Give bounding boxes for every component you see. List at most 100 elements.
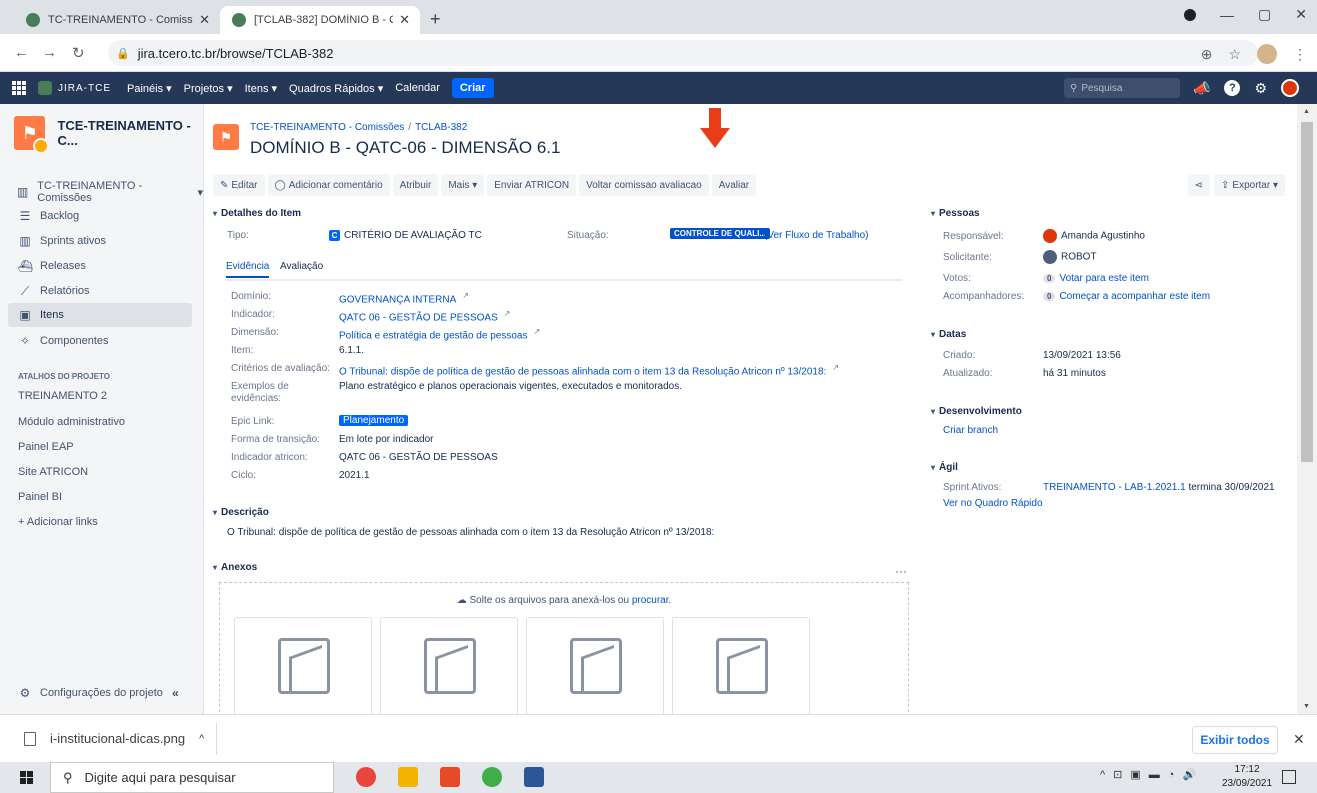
send-atricon-button[interactable]: Enviar ATRICON bbox=[487, 174, 577, 196]
profile-icon[interactable] bbox=[1184, 8, 1197, 21]
details-section-header[interactable]: ▾ Detalhes do Item bbox=[213, 208, 301, 219]
megaphone-icon[interactable]: 📣 bbox=[1193, 80, 1210, 97]
scroll-up-icon[interactable]: ▲ bbox=[1303, 108, 1310, 115]
close-tab-icon[interactable]: ✕ bbox=[199, 12, 210, 28]
assignee-value[interactable]: Amanda Agustinho bbox=[1043, 229, 1145, 243]
new-tab-icon[interactable]: + bbox=[430, 9, 441, 30]
browser-tab-commissions[interactable]: TC-TREINAMENTO - Comissões - ✕ bbox=[14, 6, 220, 34]
edit-button[interactable]: ✎ Editar bbox=[213, 174, 265, 196]
maximize-icon[interactable]: ▢ bbox=[1258, 6, 1271, 23]
more-options-icon[interactable]: ··· bbox=[895, 564, 907, 578]
taskbar-search-input[interactable]: ⚲ Digite aqui para pesquisar bbox=[50, 762, 334, 793]
create-branch-link[interactable]: Criar branch bbox=[943, 425, 998, 436]
show-all-button[interactable]: Exibir todos bbox=[1192, 726, 1278, 754]
close-icon[interactable]: ✕ bbox=[1293, 731, 1305, 748]
shortcut-link[interactable]: Site ATRICON bbox=[18, 466, 88, 478]
word-icon[interactable] bbox=[524, 767, 544, 787]
workflow-link[interactable]: (Ver Fluxo de Trabalho) bbox=[764, 230, 869, 241]
sidebar-item-releases[interactable]: ⛴ Releases bbox=[8, 254, 192, 278]
more-button[interactable]: Mais ▾ bbox=[441, 174, 485, 196]
share-icon[interactable]: ⋖ bbox=[1187, 174, 1211, 196]
attachment-thumbnail[interactable] bbox=[380, 617, 518, 714]
nav-paineis[interactable]: Painéis ▾ bbox=[127, 82, 172, 95]
assign-button[interactable]: Atribuir bbox=[392, 174, 439, 196]
nav-calendar[interactable]: Calendar bbox=[395, 82, 440, 94]
tab-evidencia[interactable]: Evidência bbox=[226, 261, 270, 278]
forward-icon[interactable]: → bbox=[42, 44, 57, 61]
back-icon[interactable]: ← bbox=[14, 44, 29, 61]
bookmark-star-icon[interactable]: ☆ bbox=[1228, 46, 1241, 63]
watch-link[interactable]: 0 Começar a acompanhar este item bbox=[1043, 291, 1210, 302]
indicator-value[interactable]: QATC 06 - GESTÃO DE PESSOAS ↗ bbox=[339, 309, 510, 323]
scroll-down-icon[interactable]: ▼ bbox=[1303, 703, 1310, 710]
dimension-value[interactable]: Política e estratégia de gestão de pesso… bbox=[339, 327, 540, 341]
shortcut-link[interactable]: Módulo administrativo bbox=[18, 416, 125, 428]
notifications-icon[interactable] bbox=[1282, 770, 1296, 784]
taskbar-clock[interactable]: 17:12 23/09/2021 bbox=[1222, 763, 1272, 791]
menu-kebab-icon[interactable]: ⋮ bbox=[1293, 46, 1307, 63]
chevron-up-icon[interactable]: ^ bbox=[199, 733, 204, 745]
attachments-section-header[interactable]: ▾ Anexos bbox=[213, 562, 257, 573]
reporter-value[interactable]: ROBOT bbox=[1043, 250, 1097, 264]
collapse-sidebar-icon[interactable]: « bbox=[172, 686, 179, 700]
download-item[interactable]: i-institucional-dicas.png ^ bbox=[24, 731, 204, 746]
shortcut-link[interactable]: Painel EAP bbox=[18, 441, 74, 453]
shortcut-link[interactable]: Painel BI bbox=[18, 491, 62, 503]
sidebar-item-backlog[interactable]: ☰ Backlog bbox=[8, 204, 192, 228]
attachment-thumbnail[interactable] bbox=[234, 617, 372, 714]
sidebar-item-components[interactable]: ✧ Componentes bbox=[8, 329, 192, 353]
search-input[interactable]: ⚲ Pesquisa bbox=[1064, 78, 1180, 98]
sidebar-item-reports[interactable]: ⟋ Relatórios bbox=[8, 279, 192, 303]
close-tab-icon[interactable]: ✕ bbox=[399, 12, 410, 28]
volume-icon[interactable]: 🔊 bbox=[1182, 768, 1196, 781]
sidebar-item-sprints[interactable]: ▥ Sprints ativos bbox=[8, 229, 192, 253]
page-scrollbar[interactable]: ▲ ▼ bbox=[1297, 104, 1317, 714]
development-section-header[interactable]: ▾ Desenvolvimento bbox=[931, 406, 1022, 417]
evaluate-button[interactable]: Avaliar bbox=[711, 174, 757, 196]
shortcut-link[interactable]: TREINAMENTO 2 bbox=[18, 390, 107, 402]
browser-tab-issue[interactable]: [TCLAB-382] DOMÍNIO B - QATC ✕ bbox=[220, 6, 420, 34]
help-icon[interactable]: ? bbox=[1224, 80, 1241, 96]
tab-avaliacao[interactable]: Avaliação bbox=[280, 261, 323, 276]
app-switcher-icon[interactable] bbox=[12, 81, 26, 95]
project-settings-link[interactable]: ⚙ Configurações do projeto bbox=[18, 686, 163, 700]
jira-logo[interactable]: JIRA-TCE bbox=[38, 81, 111, 95]
nav-projetos[interactable]: Projetos ▾ bbox=[184, 82, 233, 95]
attachment-thumbnail[interactable] bbox=[526, 617, 664, 714]
sprint-link[interactable]: TREINAMENTO - LAB-1.2021.1 bbox=[1043, 482, 1186, 493]
browse-link[interactable]: procurar. bbox=[632, 595, 671, 606]
battery-icon[interactable]: ▬ bbox=[1149, 769, 1160, 781]
scrollbar-thumb[interactable] bbox=[1301, 122, 1313, 462]
view-board-link[interactable]: Ver no Quadro Rápido bbox=[943, 498, 1043, 509]
attachment-thumbnail[interactable] bbox=[672, 617, 810, 714]
export-button[interactable]: ⇪ Exportar ▾ bbox=[1214, 174, 1285, 196]
reload-icon[interactable]: ↻ bbox=[72, 44, 85, 62]
description-section-header[interactable]: ▾ Descrição bbox=[213, 507, 269, 518]
epic-link-badge[interactable]: Planejamento bbox=[339, 415, 409, 426]
zoom-icon[interactable]: ⊕ bbox=[1201, 46, 1213, 63]
settings-gear-icon[interactable]: ⚙ bbox=[1254, 80, 1267, 97]
file-explorer-icon[interactable] bbox=[398, 767, 418, 787]
vote-link[interactable]: 0 Votar para este item bbox=[1043, 273, 1149, 284]
chrome-icon[interactable] bbox=[356, 767, 376, 787]
nav-quadros-rapidos[interactable]: Quadros Rápidos ▾ bbox=[289, 82, 383, 95]
project-selector[interactable]: ▥ TC-TREINAMENTO - Comissões ▾ bbox=[16, 180, 203, 204]
app-u-icon[interactable] bbox=[482, 767, 502, 787]
add-links-button[interactable]: + Adicionar links bbox=[18, 516, 98, 528]
description-text[interactable]: O Tribunal: dispõe de política de gestão… bbox=[227, 527, 714, 538]
meet-icon[interactable]: ▣ bbox=[1130, 768, 1140, 781]
people-section-header[interactable]: ▾ Pessoas bbox=[931, 208, 980, 219]
create-button[interactable]: Criar bbox=[451, 78, 494, 98]
agile-section-header[interactable]: ▾ Ágil bbox=[931, 462, 958, 473]
sidebar-item-issues[interactable]: ▣ Itens bbox=[8, 303, 192, 327]
chevron-up-icon[interactable]: ^ bbox=[1100, 769, 1105, 781]
windows-start-icon[interactable] bbox=[20, 770, 34, 785]
criteria-value[interactable]: O Tribunal: dispõe de política de gestão… bbox=[339, 363, 839, 377]
return-committee-button[interactable]: Voltar comissao avaliacao bbox=[579, 174, 709, 196]
git-icon[interactable] bbox=[440, 767, 460, 787]
url-field[interactable]: 🔒 jira.tcero.tc.br/browse/TCLAB-382 bbox=[108, 40, 1258, 66]
close-window-icon[interactable]: ✕ bbox=[1295, 6, 1307, 23]
nav-itens[interactable]: Itens ▾ bbox=[245, 82, 277, 95]
domain-value[interactable]: GOVERNANÇA INTERNA ↗ bbox=[339, 291, 469, 305]
project-header[interactable]: ⚑ TCE-TREINAMENTO - C... bbox=[14, 116, 203, 154]
